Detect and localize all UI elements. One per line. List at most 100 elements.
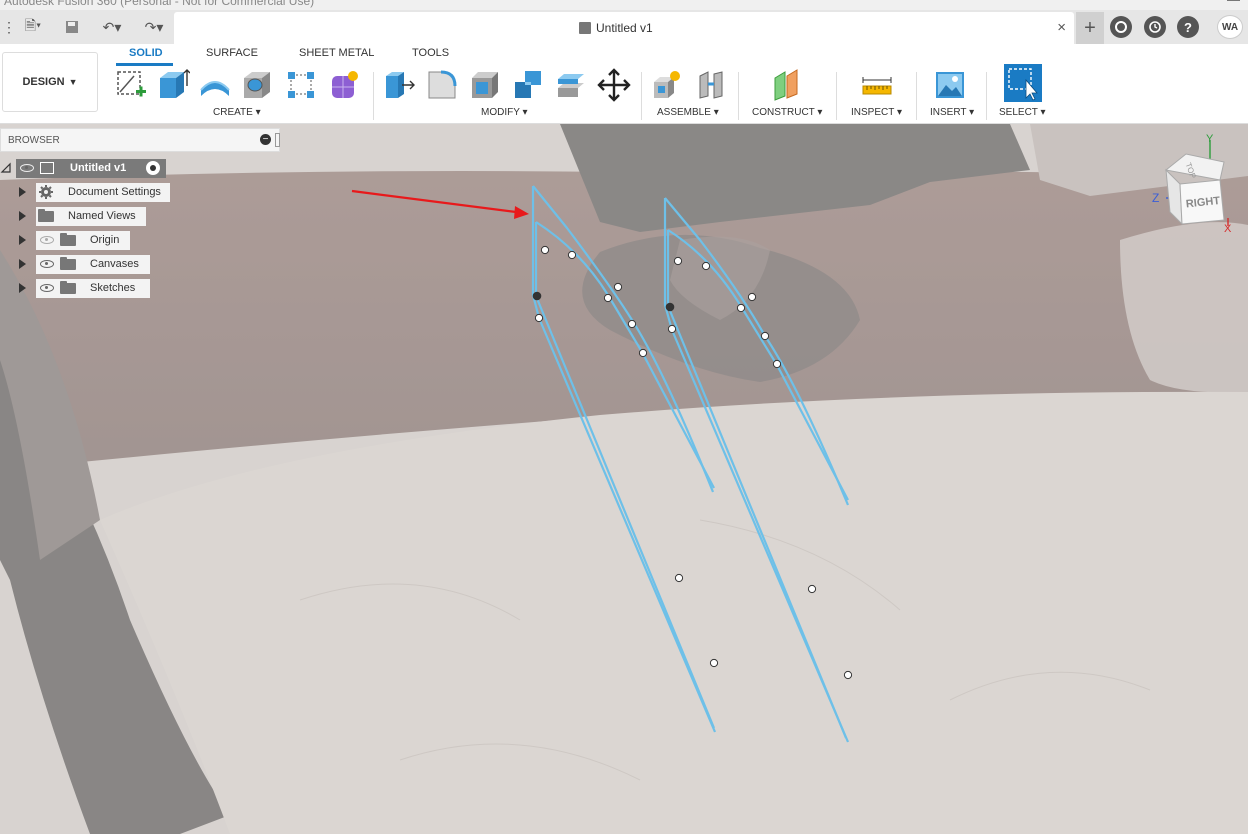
extrude-icon[interactable] xyxy=(156,68,190,102)
move-copy-icon[interactable] xyxy=(597,68,631,102)
combine-icon[interactable] xyxy=(511,68,545,102)
sketch-point[interactable] xyxy=(667,324,677,334)
item-chip[interactable]: Sketches xyxy=(36,278,150,298)
sketch-point[interactable] xyxy=(843,670,853,680)
sketch-point[interactable] xyxy=(540,245,550,255)
revolve-icon[interactable] xyxy=(198,68,232,102)
sketch-point[interactable] xyxy=(709,658,719,668)
view-cube-side-face[interactable] xyxy=(1165,168,1183,226)
browser-panel-header[interactable]: BROWSER − xyxy=(0,128,280,152)
expand-arrow-icon[interactable] xyxy=(19,235,26,245)
axis-z-label: Z xyxy=(1152,191,1159,205)
sketch-point[interactable] xyxy=(567,250,577,260)
tab-sheet-metal[interactable]: SHEET METAL xyxy=(299,47,374,59)
expand-arrow-icon[interactable] xyxy=(19,211,26,221)
collapse-panel-icon[interactable]: − xyxy=(260,134,271,145)
expand-arrow-icon[interactable] xyxy=(19,259,26,269)
minimize-icon[interactable]: — xyxy=(1227,0,1240,7)
inspect-group-label[interactable]: INSPECT ▾ xyxy=(851,107,902,118)
sketch-point[interactable] xyxy=(674,573,684,583)
item-chip[interactable]: Origin xyxy=(36,230,130,250)
collapse-arrow-icon[interactable] xyxy=(0,162,12,174)
hole-icon[interactable] xyxy=(240,68,274,102)
browser-item-sketches[interactable]: Sketches xyxy=(0,278,156,298)
measure-icon[interactable] xyxy=(860,68,894,102)
sketch-point[interactable] xyxy=(603,293,613,303)
close-tab-icon[interactable]: × xyxy=(1057,19,1066,36)
view-cube[interactable]: Y Z X RIGHT TOP xyxy=(1148,132,1244,236)
item-chip[interactable]: Canvases xyxy=(36,254,150,274)
folder-icon xyxy=(60,232,76,246)
extensions-icon[interactable] xyxy=(1110,16,1132,38)
offset-plane-icon[interactable] xyxy=(771,68,805,102)
browser-item-document-settings[interactable]: Document Settings xyxy=(0,182,172,202)
select-group-label[interactable]: SELECT ▾ xyxy=(999,107,1046,118)
help-icon[interactable]: ? xyxy=(1177,16,1199,38)
item-chip[interactable]: Document Settings xyxy=(36,182,170,202)
assemble-group-label[interactable]: ASSEMBLE ▾ xyxy=(657,107,719,118)
browser-title: BROWSER xyxy=(8,135,60,146)
sketch-point[interactable] xyxy=(613,282,623,292)
offset-face-icon[interactable] xyxy=(554,68,588,102)
select-icon[interactable] xyxy=(1004,64,1042,102)
pin-panel-icon[interactable] xyxy=(275,133,280,147)
browser-root-node[interactable]: Untitled v1 xyxy=(0,158,166,178)
file-menu-icon[interactable]: 🗎▾ xyxy=(18,16,48,38)
job-status-icon[interactable] xyxy=(1144,16,1166,38)
sketch-point[interactable] xyxy=(701,261,711,271)
undo-icon[interactable]: ↶▾ xyxy=(94,16,130,38)
axis-y-label: Y xyxy=(1206,133,1214,145)
joint-icon[interactable] xyxy=(694,68,728,102)
browser-item-named-views[interactable]: Named Views xyxy=(0,206,150,226)
fillet-icon[interactable] xyxy=(425,68,459,102)
sketch-point[interactable] xyxy=(673,256,683,266)
expand-arrow-icon[interactable] xyxy=(19,283,26,293)
sketch-point[interactable] xyxy=(534,313,544,323)
redo-icon[interactable]: ↷▾ xyxy=(136,16,172,38)
divider xyxy=(916,72,917,120)
visibility-off-icon[interactable] xyxy=(40,236,54,244)
new-component-icon[interactable] xyxy=(650,68,684,102)
visibility-eye-icon[interactable] xyxy=(40,260,54,268)
shell-icon[interactable] xyxy=(468,68,502,102)
grid-menu-icon[interactable]: ⋮ xyxy=(2,16,16,38)
item-chip[interactable]: Named Views xyxy=(36,206,146,226)
browser-item-canvases[interactable]: Canvases xyxy=(0,254,156,274)
workspace-switcher[interactable]: DESIGN ▼ xyxy=(2,52,98,112)
sketch-point[interactable] xyxy=(772,359,782,369)
modify-group-label[interactable]: MODIFY ▾ xyxy=(481,107,528,118)
save-icon[interactable] xyxy=(60,16,84,38)
browser-item-origin[interactable]: Origin xyxy=(0,230,136,250)
document-tab[interactable]: Untitled v1 × xyxy=(174,12,1074,44)
tab-tools[interactable]: TOOLS xyxy=(412,47,449,59)
item-label: Document Settings xyxy=(68,186,161,198)
sketch-point[interactable] xyxy=(665,302,675,312)
tab-solid[interactable]: SOLID xyxy=(129,47,163,59)
visibility-eye-icon[interactable] xyxy=(40,284,54,292)
press-pull-icon[interactable] xyxy=(382,68,416,102)
sketch-point[interactable] xyxy=(807,584,817,594)
tab-surface[interactable]: SURFACE xyxy=(206,47,258,59)
canvas-viewport[interactable] xyxy=(0,124,1248,834)
expand-arrow-icon[interactable] xyxy=(19,187,26,197)
insert-group-label[interactable]: INSERT ▾ xyxy=(930,107,974,118)
visibility-eye-icon[interactable] xyxy=(20,164,34,172)
root-chip[interactable]: Untitled v1 xyxy=(16,158,166,178)
sketch-point[interactable] xyxy=(736,303,746,313)
insert-canvas-icon[interactable] xyxy=(933,68,967,102)
account-avatar[interactable]: WA xyxy=(1217,15,1243,39)
sketch-point[interactable] xyxy=(638,348,648,358)
divider xyxy=(373,72,374,120)
create-group-label[interactable]: CREATE ▾ xyxy=(213,107,261,118)
create-sketch-icon[interactable] xyxy=(114,68,148,102)
construct-group-label[interactable]: CONSTRUCT ▾ xyxy=(752,107,822,118)
sketch-point[interactable] xyxy=(747,292,757,302)
sketch-point[interactable] xyxy=(760,331,770,341)
sketch-point[interactable] xyxy=(532,291,542,301)
canvas-scene[interactable] xyxy=(0,124,1248,834)
new-tab-icon[interactable]: + xyxy=(1076,12,1104,44)
activate-component-icon[interactable] xyxy=(146,161,160,175)
sketch-point[interactable] xyxy=(627,319,637,329)
create-form-icon[interactable] xyxy=(328,68,362,102)
pattern-icon[interactable] xyxy=(284,68,318,102)
